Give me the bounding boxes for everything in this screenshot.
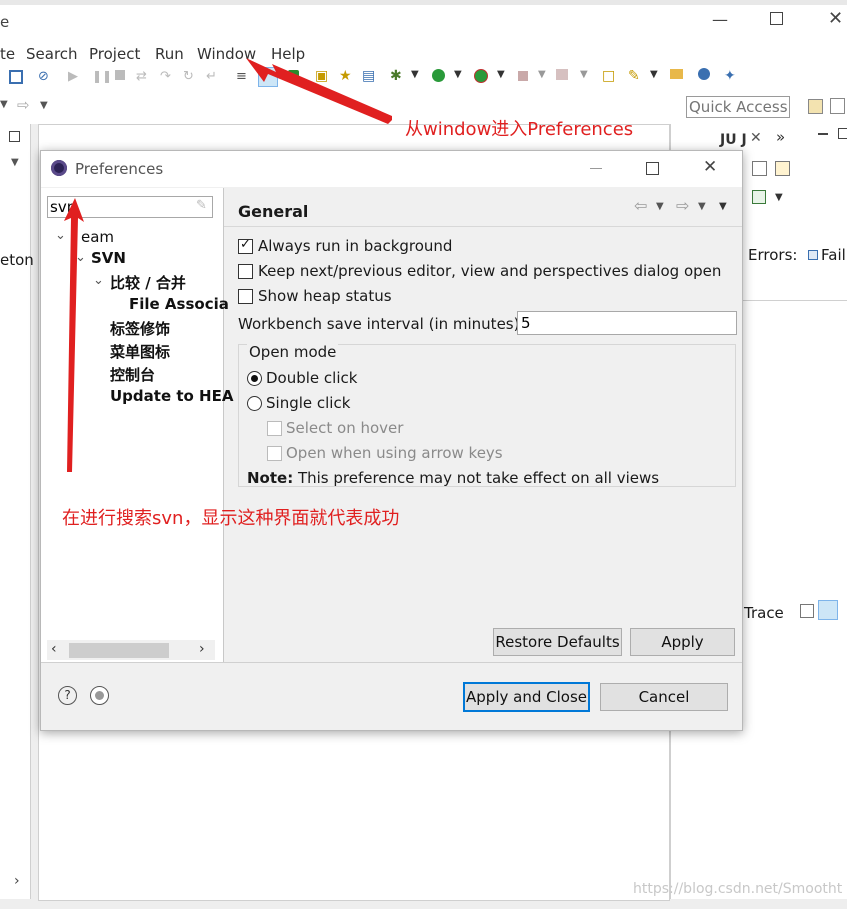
top-annotation: 从window进入Preferences (405, 119, 634, 140)
arrow-to-search-field (64, 198, 84, 472)
bottom-annotation: 在进行搜索svn，显示这种界面就代表成功 (62, 508, 400, 529)
arrow-to-window-menu (246, 58, 392, 124)
